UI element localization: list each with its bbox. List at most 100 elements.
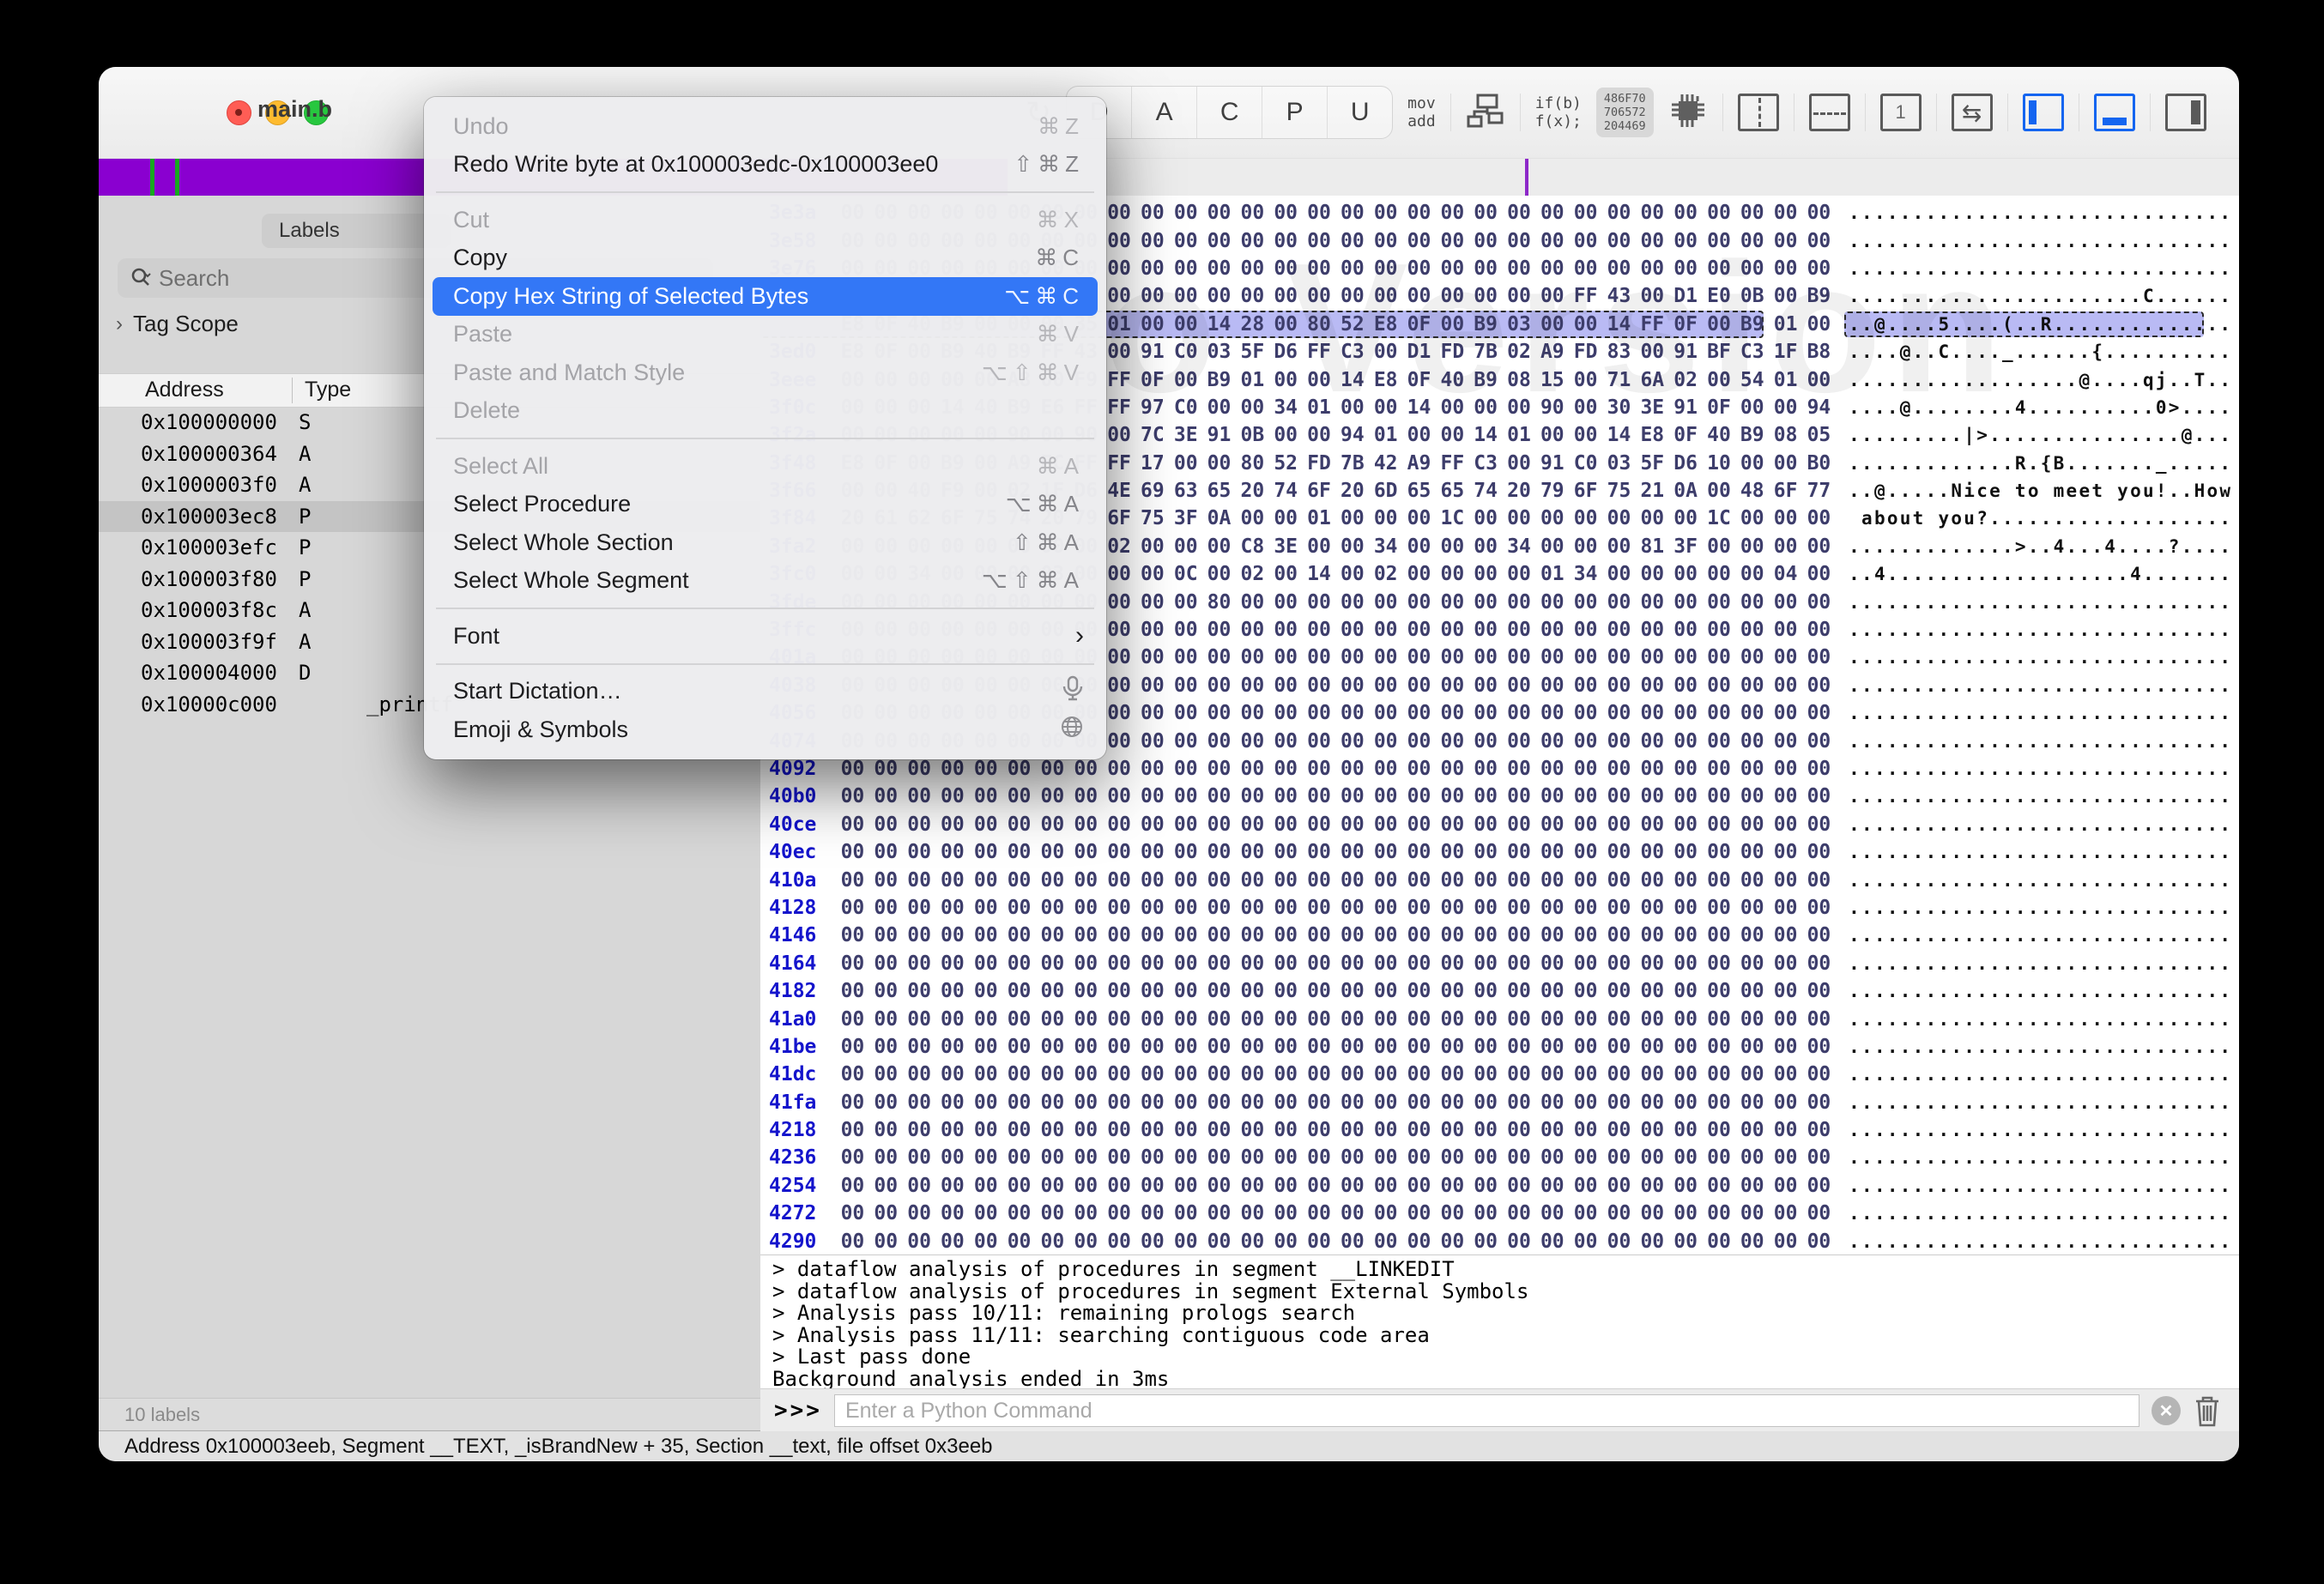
mode-button-c[interactable]: C: [1196, 87, 1262, 138]
menu-item-cut[interactable]: Cut ⌘X: [424, 201, 1106, 239]
menu-item-select-all[interactable]: Select All ⌘A: [424, 447, 1106, 486]
hex-row[interactable]: 40ce 00 00 00 00 00 00 00 00 00 00 00 00 00 00 00 00 00 00…: [760, 811, 2239, 838]
hex-row[interactable]: 4272 00 00 00 00 00 00 00 00 00 00 00 00 00 00 00 00 00 00…: [760, 1200, 2239, 1227]
tag-scope-disclosure[interactable]: › Tag Scope: [116, 311, 239, 337]
hex-row[interactable]: 4290 00 00 00 00 00 00 00 00 00 00 00 00 00 00 00 00 00 00…: [760, 1227, 2239, 1255]
hex-row[interactable]: 41a0 00 00 00 00 00 00 00 00 00 00 00 00 00 00 00 00 00 00…: [760, 1005, 2239, 1032]
menu-item-copy-hex-string-of-selected-bytes[interactable]: Copy Hex String of Selected Bytes ⌥⌘C: [433, 277, 1098, 316]
ascii-char: .: [2206, 1091, 2218, 1113]
hex-byte: 00: [1141, 813, 1165, 836]
tab-labels[interactable]: Labels: [262, 214, 451, 248]
menu-item-select-whole-section[interactable]: Select Whole Section ⇧⌘A: [424, 523, 1106, 562]
menu-item-delete[interactable]: Delete: [424, 392, 1106, 431]
hex-byte: 00: [1573, 896, 1598, 919]
hex-byte: 00: [1607, 535, 1631, 558]
hex-byte: 00: [1573, 1007, 1598, 1031]
split-vertical-icon[interactable]: [1737, 94, 1779, 131]
hex-byte: 00: [1707, 619, 1731, 642]
hex-row[interactable]: 4182 00 00 00 00 00 00 00 00 00 00 00 00 00 00 00 00 00 00…: [760, 977, 2239, 1005]
cfg-mode-icon[interactable]: [1466, 91, 1505, 135]
menu-item-font[interactable]: Font ›: [424, 617, 1106, 656]
hex-byte: 00: [1074, 896, 1098, 919]
hex-row[interactable]: 4128 00 00 00 00 00 00 00 00 00 00 00 00 00 00 00 00 00 00…: [760, 894, 2239, 922]
ascii-char: .: [2219, 257, 2231, 279]
ascii-char: .: [2079, 452, 2091, 474]
ascii-char: .: [2027, 591, 2039, 613]
column-divider[interactable]: [292, 378, 293, 403]
hex-byte: D6: [1673, 451, 1698, 475]
ascii-char: .: [1849, 1230, 1860, 1252]
hex-row[interactable]: 40b0 00 00 00 00 00 00 00 00 00 00 00 00 00 00 00 00 00 00…: [760, 783, 2239, 810]
hex-row[interactable]: 4254 00 00 00 00 00 00 00 00 00 00 00 00 00 00 00 00 00 00…: [760, 1172, 2239, 1200]
hex-row[interactable]: 410a 00 00 00 00 00 00 00 00 00 00 00 00 00 00 00 00 00 00…: [760, 866, 2239, 893]
menu-item-redo-write-byte-at-0x100003edc-0x100003ee0[interactable]: Redo Write byte at 0x100003edc-0x100003e…: [424, 146, 1106, 184]
hex-row[interactable]: 4236 00 00 00 00 00 00 00 00 00 00 00 00 00 00 00 00 00 00…: [760, 1144, 2239, 1171]
ascii-char: .: [2168, 1036, 2180, 1057]
hex-row[interactable]: 40ec 00 00 00 00 00 00 00 00 00 00 00 00 00 00 00 00 00 00…: [760, 838, 2239, 866]
hex-row[interactable]: 41be 00 00 00 00 00 00 00 00 00 00 00 00 00 00 00 00 00 00…: [760, 1033, 2239, 1061]
hex-byte: 0A: [1673, 480, 1698, 503]
menu-item-select-whole-segment[interactable]: Select Whole Segment ⌥⇧⌘A: [424, 562, 1106, 601]
hex-byte: 00: [1673, 1063, 1698, 1086]
toggle-left-panel-icon[interactable]: [2022, 94, 2064, 131]
hex-byte: 00: [1707, 1174, 1731, 1197]
ascii-char: .: [2027, 952, 2039, 974]
hex-byte: 00: [1673, 868, 1698, 892]
hex-byte: 00: [1440, 980, 1465, 1003]
pseudocode-mode-button[interactable]: if(b) f(x);: [1535, 94, 1582, 130]
hex-mode-button[interactable]: 486F70 706572 204469: [1595, 88, 1654, 137]
hex-row[interactable]: 4146 00 00 00 00 00 00 00 00 00 00 00 00 00 00 00 00 00 00…: [760, 922, 2239, 949]
menu-item-select-procedure[interactable]: Select Procedure ⌥⌘A: [424, 486, 1106, 524]
toggle-bottom-panel-icon[interactable]: [2093, 94, 2135, 131]
ascii-char: .: [1873, 1091, 1885, 1113]
hex-row[interactable]: 4164 00 00 00 00 00 00 00 00 00 00 00 00 00 00 00 00 00 00…: [760, 950, 2239, 977]
close-button[interactable]: [227, 100, 251, 125]
hex-byte: 00: [1440, 1091, 1465, 1114]
split-horizontal-icon[interactable]: [1808, 94, 1850, 131]
assembly-mode-button[interactable]: mov add: [1407, 94, 1436, 130]
hex-byte: 00: [874, 785, 899, 808]
ascii-char: .: [1912, 620, 1924, 641]
ascii-char: R: [2014, 452, 2026, 474]
navigation-bar[interactable]: [99, 158, 2239, 197]
menu-item-paste-and-match-style[interactable]: Paste and Match Style ⌥⇧⌘V: [424, 354, 1106, 392]
hex-byte: 00: [1740, 563, 1764, 586]
hex-byte: 00: [874, 1119, 899, 1142]
swap-panes-icon[interactable]: ⇆: [1951, 94, 1993, 131]
trash-icon[interactable]: [2193, 1394, 2222, 1428]
ascii-char: .: [2066, 257, 2078, 279]
hex-byte: 00: [1707, 924, 1731, 947]
ascii-char: .: [1849, 842, 1860, 863]
ascii-char: .: [1951, 1091, 1963, 1113]
hex-byte: 94: [1340, 424, 1365, 447]
hex-row[interactable]: 4218 00 00 00 00 00 00 00 00 00 00 00 00 00 00 00 00 00 00…: [760, 1116, 2239, 1144]
ascii-char: q: [2142, 369, 2154, 390]
menu-item-copy[interactable]: Copy ⌘C: [424, 239, 1106, 278]
hex-row[interactable]: 41dc 00 00 00 00 00 00 00 00 00 00 00 00 00 00 00 00 00 00…: [760, 1061, 2239, 1088]
ascii-char: o: [2027, 481, 2039, 502]
menu-item-shortcut: ⇧⌘A: [1012, 529, 1084, 555]
mode-button-a[interactable]: A: [1131, 87, 1196, 138]
hex-row[interactable]: 4092 00 00 00 00 00 00 00 00 00 00 00 00 00 00 00 00 00 00…: [760, 755, 2239, 783]
ascii-char: .: [2079, 981, 2091, 1002]
ascii-char: .: [1951, 1230, 1963, 1252]
python-command-input[interactable]: Enter a Python Command: [833, 1394, 2139, 1427]
column-header-address[interactable]: Address: [145, 378, 224, 402]
column-header-type[interactable]: Type: [305, 378, 351, 402]
menu-item-start-dictation[interactable]: Start Dictation…: [424, 673, 1106, 711]
hex-row[interactable]: 41fa 00 00 00 00 00 00 00 00 00 00 00 00 00 00 00 00 00 00…: [760, 1089, 2239, 1116]
cpu-icon[interactable]: [1668, 91, 1708, 135]
hex-byte: 00: [1107, 1091, 1131, 1114]
single-view-icon[interactable]: 1: [1879, 94, 1922, 131]
menu-item-paste[interactable]: Paste ⌘V: [424, 316, 1106, 354]
hex-byte: 00: [874, 896, 899, 919]
hex-byte: 00: [1707, 229, 1731, 252]
clear-console-button[interactable]: ✕: [2152, 1396, 2181, 1425]
ascii-char: 5: [1938, 313, 1950, 335]
menu-item-label: Select Whole Section: [453, 529, 674, 555]
menu-item-undo[interactable]: Undo ⌘Z: [424, 107, 1106, 146]
mode-button-u[interactable]: U: [1327, 87, 1392, 138]
menu-item-emoji-symbols[interactable]: Emoji & Symbols: [424, 710, 1106, 749]
mode-button-p[interactable]: P: [1262, 87, 1327, 138]
toggle-right-panel-icon[interactable]: [2164, 94, 2206, 131]
